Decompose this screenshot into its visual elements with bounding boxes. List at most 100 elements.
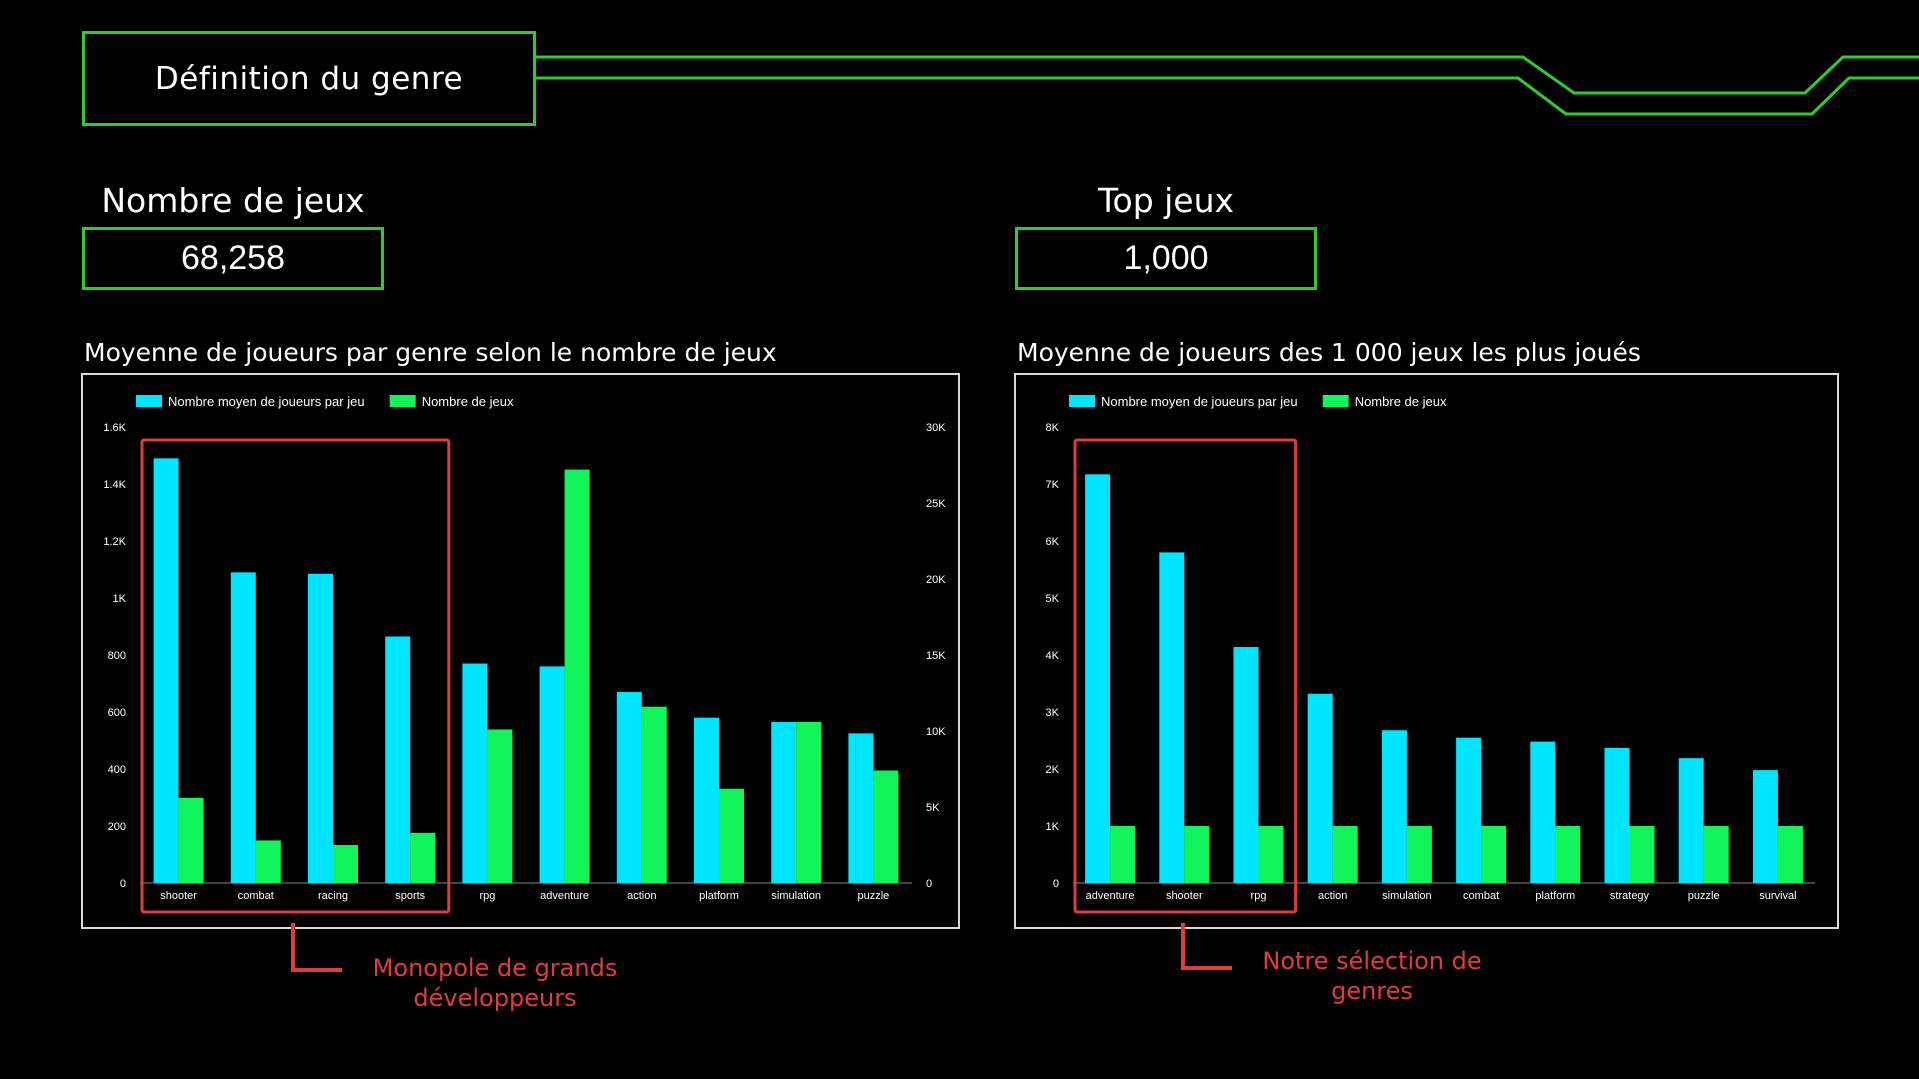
kpi-label-top-games: Top jeux [1097,181,1235,220]
x-tick-label: shooter [1166,890,1203,902]
bar-game-count-puzzle [1703,826,1729,883]
bar-game-count-racing [333,845,358,883]
bar-avg-players-sports [385,636,411,883]
bar-avg-players-rpg [1233,647,1259,883]
x-tick-label: adventure [1086,890,1135,902]
bar-avg-players-puzzle [848,733,874,883]
kpi-value-top-games: 1,000 [1015,227,1317,290]
bar-game-count-shooter [1184,826,1210,883]
chart-svg-genres: Nombre moyen de joueurs par jeu Nombre de… [103,394,946,914]
y-right-tick-label: 25K [926,498,946,510]
bar-game-count-strategy [1629,826,1655,883]
bar-avg-players-puzzle [1678,758,1704,883]
legend-swatch [136,395,162,407]
y-left-tick-label: 7K [1046,479,1060,491]
chart-top-1000-games: Nombre moyen de joueurs par jeu Nombre de… [1014,373,1839,929]
bar-game-count-rpg [487,729,513,883]
y-right-tick-label: 30K [926,422,946,434]
chart-svg-top-games: Nombre moyen de joueurs par jeu Nombre de… [1046,394,1815,914]
annotation-selection: Notre sélection de genres [1237,946,1507,1006]
bar-game-count-shooter [178,797,204,883]
y-left-tick-label: 800 [108,650,126,662]
bar-avg-players-strategy [1604,747,1630,883]
x-tick-label: action [1318,890,1347,902]
bar-avg-players-simulation [1381,730,1407,883]
annotation-monopoly-line1: Monopole de grands [372,954,618,982]
legend-label: Nombre moyen de joueurs par jeu [168,394,365,409]
legend-label: Nombre de jeux [1355,394,1447,409]
bar-avg-players-platform [694,717,719,883]
y-left-tick-label: 1K [113,593,127,605]
bar-game-count-sports [410,832,436,883]
bar-avg-players-action [616,692,642,883]
x-tick-label: platform [699,890,739,902]
y-left-tick-label: 1K [1046,821,1060,833]
y-left-tick-label: 0 [120,878,126,890]
x-tick-label: shooter [160,890,197,902]
bar-avg-players-shooter [1159,552,1185,883]
y-left-tick-label: 600 [108,707,126,719]
legend-swatch [389,395,416,407]
x-tick-label: adventure [540,890,589,902]
annotation-monopoly: Monopole de grands développeurs [345,953,645,1013]
bar-avg-players-rpg [462,663,488,883]
bar-avg-players-combat [230,572,256,883]
bar-game-count-platform [719,788,744,883]
y-left-tick-label: 8K [1046,422,1060,434]
x-tick-label: racing [318,890,348,902]
bar-avg-players-platform [1530,741,1556,883]
y-left-tick-label: 400 [108,764,126,776]
bar-game-count-combat [255,840,281,883]
bar-game-count-rpg [1258,826,1284,883]
annotation-monopoly-line2: développeurs [413,984,577,1012]
bar-avg-players-shooter [153,458,179,883]
bar-game-count-simulation [796,721,822,883]
x-tick-label: simulation [771,890,821,902]
y-right-tick-label: 20K [926,574,946,586]
bar-avg-players-adventure [1085,474,1111,883]
y-left-tick-label: 1.2K [103,536,126,548]
legend-swatch [1322,395,1349,407]
x-tick-label: survival [1759,890,1796,902]
x-tick-label: rpg [479,890,495,902]
bar-game-count-adventure [564,469,590,883]
bar-avg-players-racing [308,573,333,883]
annotation-selection-line2: genres [1331,977,1413,1005]
kpi-label-game-count: Nombre de jeux [101,181,365,220]
bar-game-count-combat [1481,826,1507,883]
y-left-tick-label: 2K [1046,764,1060,776]
bar-game-count-puzzle [873,770,899,883]
x-tick-label: combat [1463,890,1499,902]
y-left-tick-label: 5K [1046,593,1060,605]
bar-avg-players-survival [1752,770,1778,883]
annotation-selection-line1: Notre sélection de [1262,947,1482,975]
x-tick-label: rpg [1251,890,1267,902]
x-tick-label: puzzle [858,890,890,902]
y-left-tick-label: 6K [1046,536,1060,548]
y-right-tick-label: 0 [926,878,932,890]
y-left-tick-label: 200 [108,821,126,833]
y-left-tick-label: 3K [1046,707,1060,719]
circuit-decoration [536,55,1919,116]
y-left-tick-label: 1.6K [103,422,126,434]
bar-game-count-action [641,706,667,883]
y-right-tick-label: 10K [926,726,946,738]
y-right-tick-label: 15K [926,650,946,662]
bar-game-count-platform [1555,826,1581,883]
chart-genres-by-game-count: Nombre moyen de joueurs par jeu Nombre de… [81,373,960,929]
legend-label: Nombre de jeux [422,394,514,409]
bar-avg-players-simulation [771,721,797,883]
y-left-tick-label: 0 [1053,878,1059,890]
bar-avg-players-combat [1456,737,1482,883]
x-tick-label: puzzle [1688,890,1720,902]
legend-swatch [1069,395,1095,407]
bar-avg-players-adventure [539,666,565,883]
x-tick-label: platform [1535,890,1575,902]
x-tick-label: combat [238,890,274,902]
x-tick-label: sports [395,890,425,902]
bar-game-count-simulation [1406,826,1432,883]
x-tick-label: simulation [1382,890,1432,902]
x-tick-label: action [627,890,656,902]
bar-game-count-adventure [1110,826,1136,883]
bar-game-count-action [1332,826,1358,883]
